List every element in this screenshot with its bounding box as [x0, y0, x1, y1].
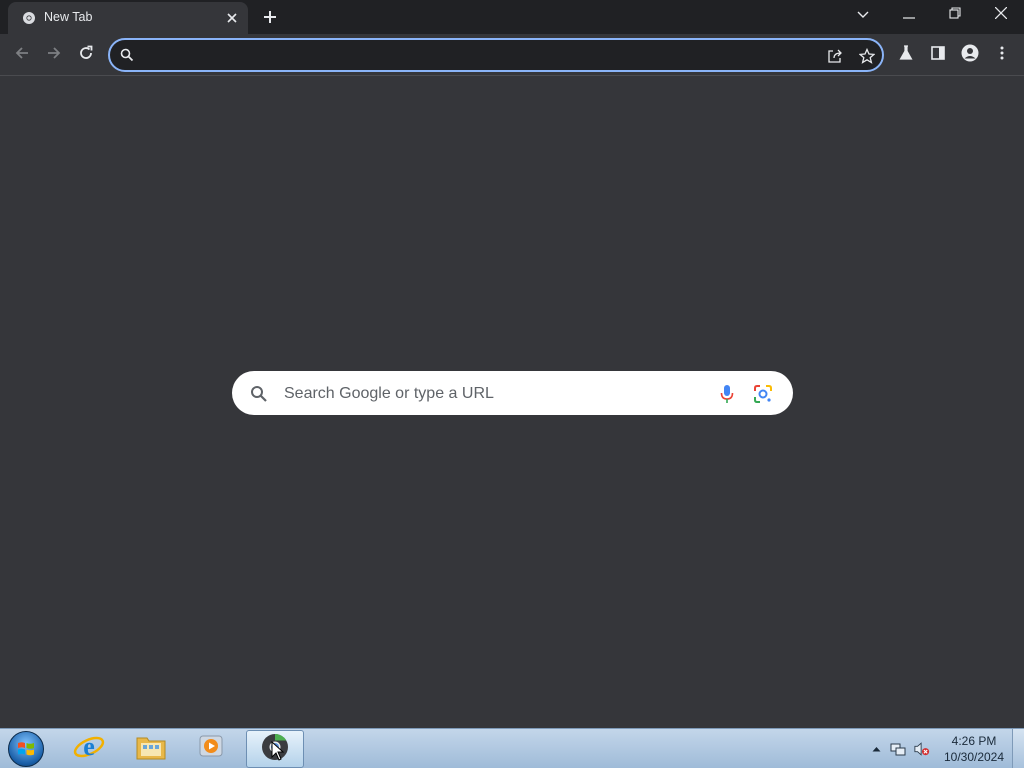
clock-time: 4:26 PM — [951, 734, 997, 748]
new-tab-button[interactable] — [258, 6, 282, 28]
browser-toolbar — [0, 34, 1024, 76]
side-panel-icon — [930, 45, 946, 66]
media-player-icon — [196, 733, 226, 766]
forward-button[interactable] — [42, 43, 66, 67]
profile-button[interactable] — [958, 43, 982, 67]
reload-icon — [78, 45, 94, 66]
menu-button[interactable] — [990, 43, 1014, 67]
ntp-search-input[interactable] — [284, 383, 704, 405]
side-panel-button[interactable] — [926, 43, 950, 67]
address-input[interactable] — [142, 45, 822, 65]
address-bar[interactable] — [108, 38, 884, 72]
file-explorer-icon — [135, 732, 167, 767]
google-lens-icon[interactable] — [752, 383, 774, 405]
reload-button[interactable] — [74, 43, 98, 67]
voice-search-icon[interactable] — [716, 383, 738, 405]
internet-explorer-icon: e — [73, 731, 105, 768]
labs-icon — [898, 44, 914, 66]
start-button[interactable] — [6, 730, 46, 768]
menu-icon — [1000, 46, 1004, 65]
restore-icon — [949, 6, 961, 24]
tab-title: New Tab — [44, 10, 93, 24]
show-hidden-icons-button[interactable] — [868, 741, 884, 757]
close-window-button[interactable] — [978, 0, 1024, 30]
mouse-cursor-icon — [271, 740, 285, 766]
minimize-button[interactable] — [886, 0, 932, 30]
file-explorer-button[interactable] — [122, 730, 180, 768]
close-icon — [994, 6, 1008, 24]
tab-search-icon[interactable] — [840, 0, 886, 30]
media-player-button[interactable] — [182, 730, 240, 768]
ntp-search-box[interactable] — [232, 371, 793, 415]
back-icon — [14, 45, 30, 66]
show-desktop-button[interactable] — [1012, 729, 1024, 768]
chrome-icon — [22, 11, 36, 25]
svg-text:e: e — [83, 732, 95, 761]
search-icon — [250, 385, 268, 403]
tab-strip: New Tab — [0, 0, 1024, 34]
minimize-icon — [903, 6, 915, 24]
windows-start-orb-icon — [8, 731, 44, 767]
tab-new-tab[interactable]: New Tab — [8, 2, 248, 34]
volume-muted-icon[interactable] — [914, 741, 930, 757]
system-clock[interactable]: 4:26 PM 10/30/2024 — [940, 733, 1008, 765]
back-button[interactable] — [10, 43, 34, 67]
internet-explorer-button[interactable]: e — [60, 730, 118, 768]
profile-icon — [961, 44, 979, 67]
forward-icon — [46, 45, 62, 66]
bookmark-star-icon[interactable] — [858, 47, 876, 65]
close-tab-icon[interactable] — [224, 10, 240, 26]
restore-button[interactable] — [932, 0, 978, 30]
search-icon — [120, 48, 134, 62]
share-icon[interactable] — [826, 47, 844, 65]
taskbar: e 4:26 PM 10/30/2024 — [0, 728, 1024, 768]
chrome-taskbar-button[interactable] — [246, 730, 304, 768]
network-icon[interactable] — [890, 741, 906, 757]
labs-button[interactable] — [894, 43, 918, 67]
clock-date: 10/30/2024 — [943, 750, 1005, 764]
